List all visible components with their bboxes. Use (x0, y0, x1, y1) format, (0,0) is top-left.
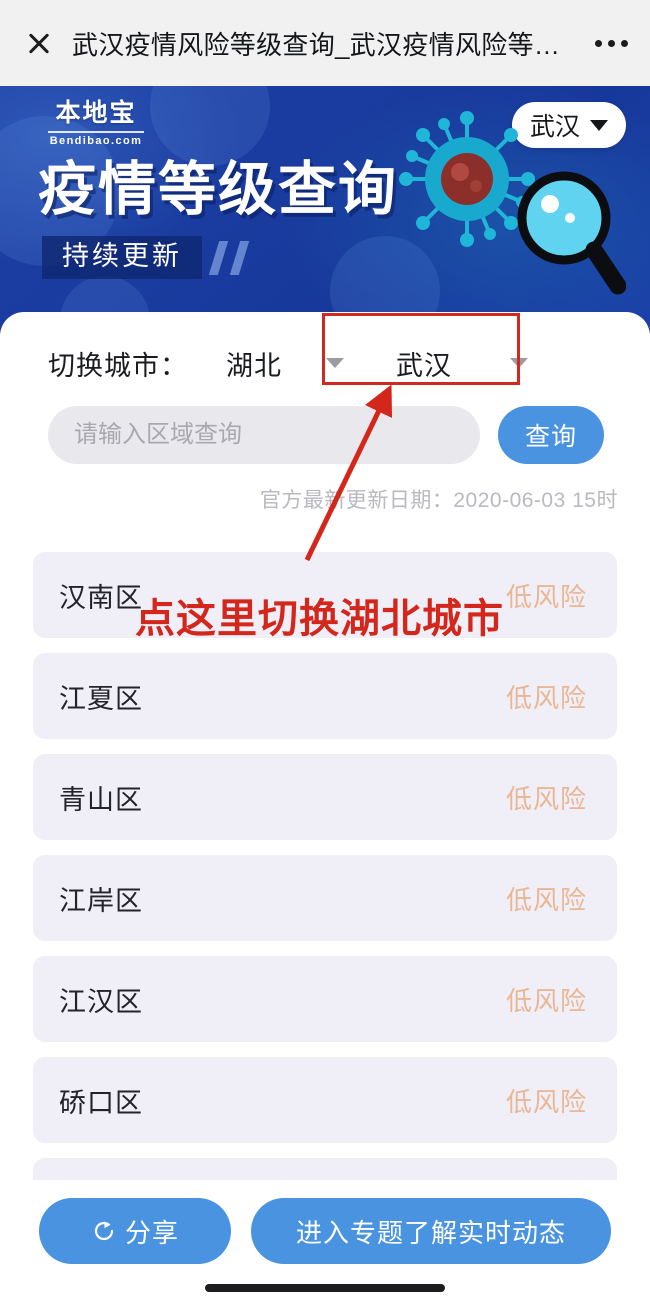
share-button[interactable]: 分享 (39, 1198, 231, 1264)
more-dot (608, 39, 615, 47)
search-input[interactable] (48, 406, 480, 464)
chevron-down-icon (326, 358, 344, 368)
page-title: 武汉疫情风险等级查询_武汉疫情风险等… (72, 29, 561, 60)
district-row[interactable]: 江岸区 低风险 (33, 855, 617, 941)
more-dots-icon[interactable] (595, 39, 628, 47)
district-risk-badge: 低风险 (505, 884, 587, 915)
switch-city-label: 切换城市： (48, 350, 188, 381)
home-indicator (205, 1284, 445, 1292)
district-name: 汉南区 (59, 582, 143, 613)
hero-subtitle-group: 持续更新 (42, 236, 250, 279)
share-icon (94, 1221, 114, 1241)
hero-title: 疫情等级查询 (38, 155, 399, 223)
browser-topbar: 武汉疫情风险等级查询_武汉疫情风险等… (0, 0, 650, 86)
province-select[interactable]: 湖北 (226, 344, 344, 383)
close-icon[interactable] (24, 28, 54, 58)
district-list[interactable]: 汉南区 低风险 江夏区 低风险 青山区 低风险 江岸区 低风险 江汉区 低风险 … (0, 552, 650, 1182)
logo-sub-text: Bendibao.com (49, 134, 143, 147)
more-dot (621, 39, 628, 47)
decorative-slash (229, 240, 250, 275)
decorative-slash (208, 240, 229, 275)
district-risk-badge: 低风险 (505, 985, 587, 1016)
district-risk-badge: 低风险 (505, 682, 587, 713)
province-select-value: 湖北 (226, 350, 282, 381)
magnifier-icon (517, 171, 626, 295)
district-risk-badge: 低风险 (505, 1086, 587, 1117)
hero-banner: 本地宝 Bendibao.com 武汉 疫情等级查询 持续更新 (0, 86, 650, 334)
district-name: 江夏区 (59, 683, 143, 714)
chevron-down-icon (510, 358, 528, 368)
city-select-value: 武汉 (396, 350, 452, 381)
topic-button[interactable]: 进入专题了解实时动态 (251, 1198, 611, 1264)
chevron-down-icon (590, 119, 608, 131)
district-row[interactable]: 青山区 低风险 (33, 754, 617, 840)
district-row[interactable]: 硚口区 低风险 (33, 1057, 617, 1143)
district-risk-badge: 低风险 (505, 581, 587, 612)
logo-main-text: 本地宝 (55, 99, 137, 127)
bendibao-logo: 本地宝 Bendibao.com (48, 99, 144, 147)
logo-divider (48, 130, 144, 133)
district-row[interactable]: 江汉区 低风险 (33, 956, 617, 1042)
district-name: 江岸区 (59, 885, 143, 916)
district-row[interactable]: 江夏区 低风险 (33, 653, 617, 739)
search-button[interactable]: 查询 (498, 406, 604, 464)
decorative-bubble (150, 86, 270, 166)
district-row[interactable]: 汉南区 低风险 (33, 552, 617, 638)
city-select[interactable]: 武汉 (396, 344, 528, 383)
search-row: 查询 (0, 406, 650, 464)
city-switch-row: 切换城市： 湖北 武汉 (0, 328, 650, 398)
district-name: 青山区 (59, 784, 143, 815)
district-row-partial[interactable] (33, 1158, 617, 1182)
hero-subtitle: 持续更新 (42, 236, 202, 279)
update-date-text: 官方最新更新日期：2020-06-03 15时 (259, 489, 618, 512)
more-dot (595, 39, 602, 47)
district-risk-badge: 低风险 (505, 783, 587, 814)
share-button-label: 分享 (124, 1217, 179, 1248)
district-name: 硚口区 (59, 1087, 143, 1118)
district-name: 江汉区 (59, 986, 143, 1017)
content-card: 切换城市： 湖北 武汉 查询 官方最新更新日期：2020-06-03 15时 汉… (0, 312, 650, 1304)
